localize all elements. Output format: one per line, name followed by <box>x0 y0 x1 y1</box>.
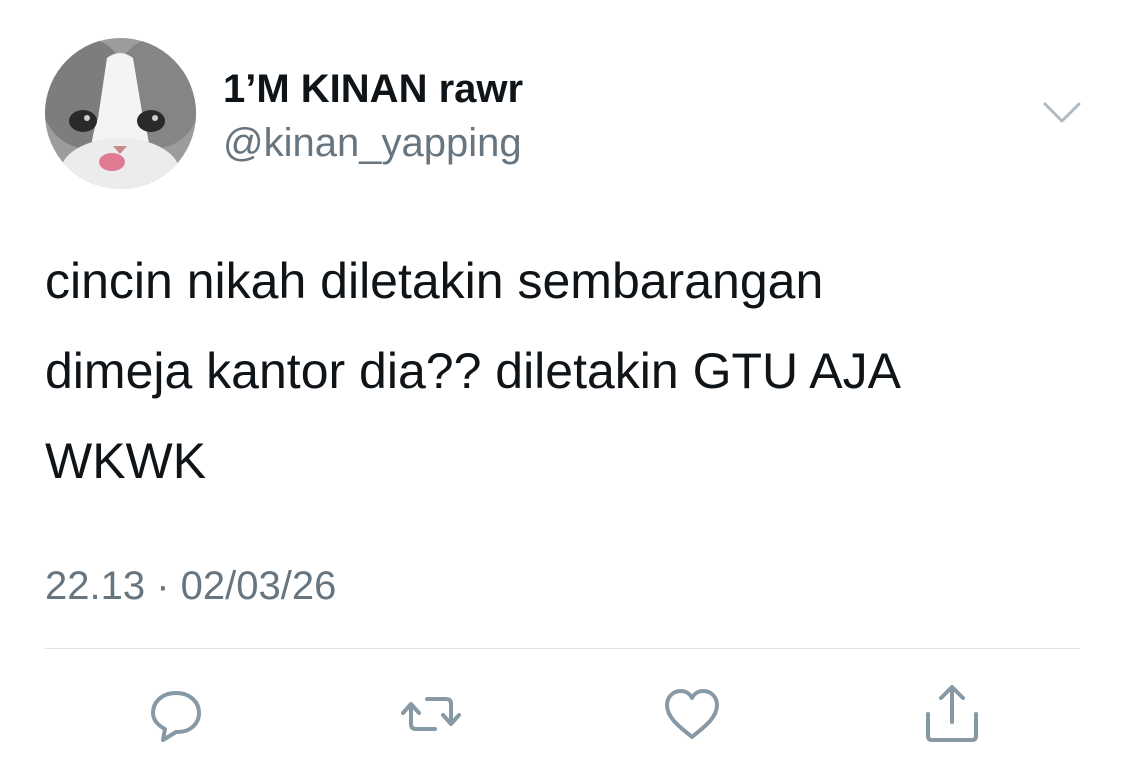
like-button[interactable] <box>662 684 722 744</box>
retweet-button[interactable] <box>401 684 461 744</box>
tweet-text-line: WKWK <box>45 433 207 489</box>
avatar[interactable] <box>45 38 196 189</box>
more-options-button[interactable] <box>1037 94 1087 134</box>
tweet-timestamp[interactable]: 22.13 · 02/03/26 <box>45 558 336 614</box>
username-handle[interactable]: @kinan_yapping <box>223 117 522 169</box>
tweet-text: cincin nikah diletakin sembarangan dimej… <box>45 236 1095 506</box>
divider <box>45 648 1080 649</box>
chevron-down-icon <box>1043 102 1081 123</box>
cat-avatar-icon <box>45 38 196 189</box>
retweet-arrows-icon <box>401 697 461 731</box>
share-button[interactable] <box>922 684 982 744</box>
speech-bubble-icon <box>151 691 201 742</box>
reply-button[interactable] <box>146 684 206 744</box>
share-upload-icon <box>926 685 978 742</box>
tweet-text-line: cincin nikah diletakin sembarangan <box>45 253 824 309</box>
display-name[interactable]: 1’M KINAN rawr <box>223 63 523 115</box>
tweet-text-line: dimeja kantor dia?? diletakin GTU AJA <box>45 343 901 399</box>
heart-icon <box>665 689 719 739</box>
